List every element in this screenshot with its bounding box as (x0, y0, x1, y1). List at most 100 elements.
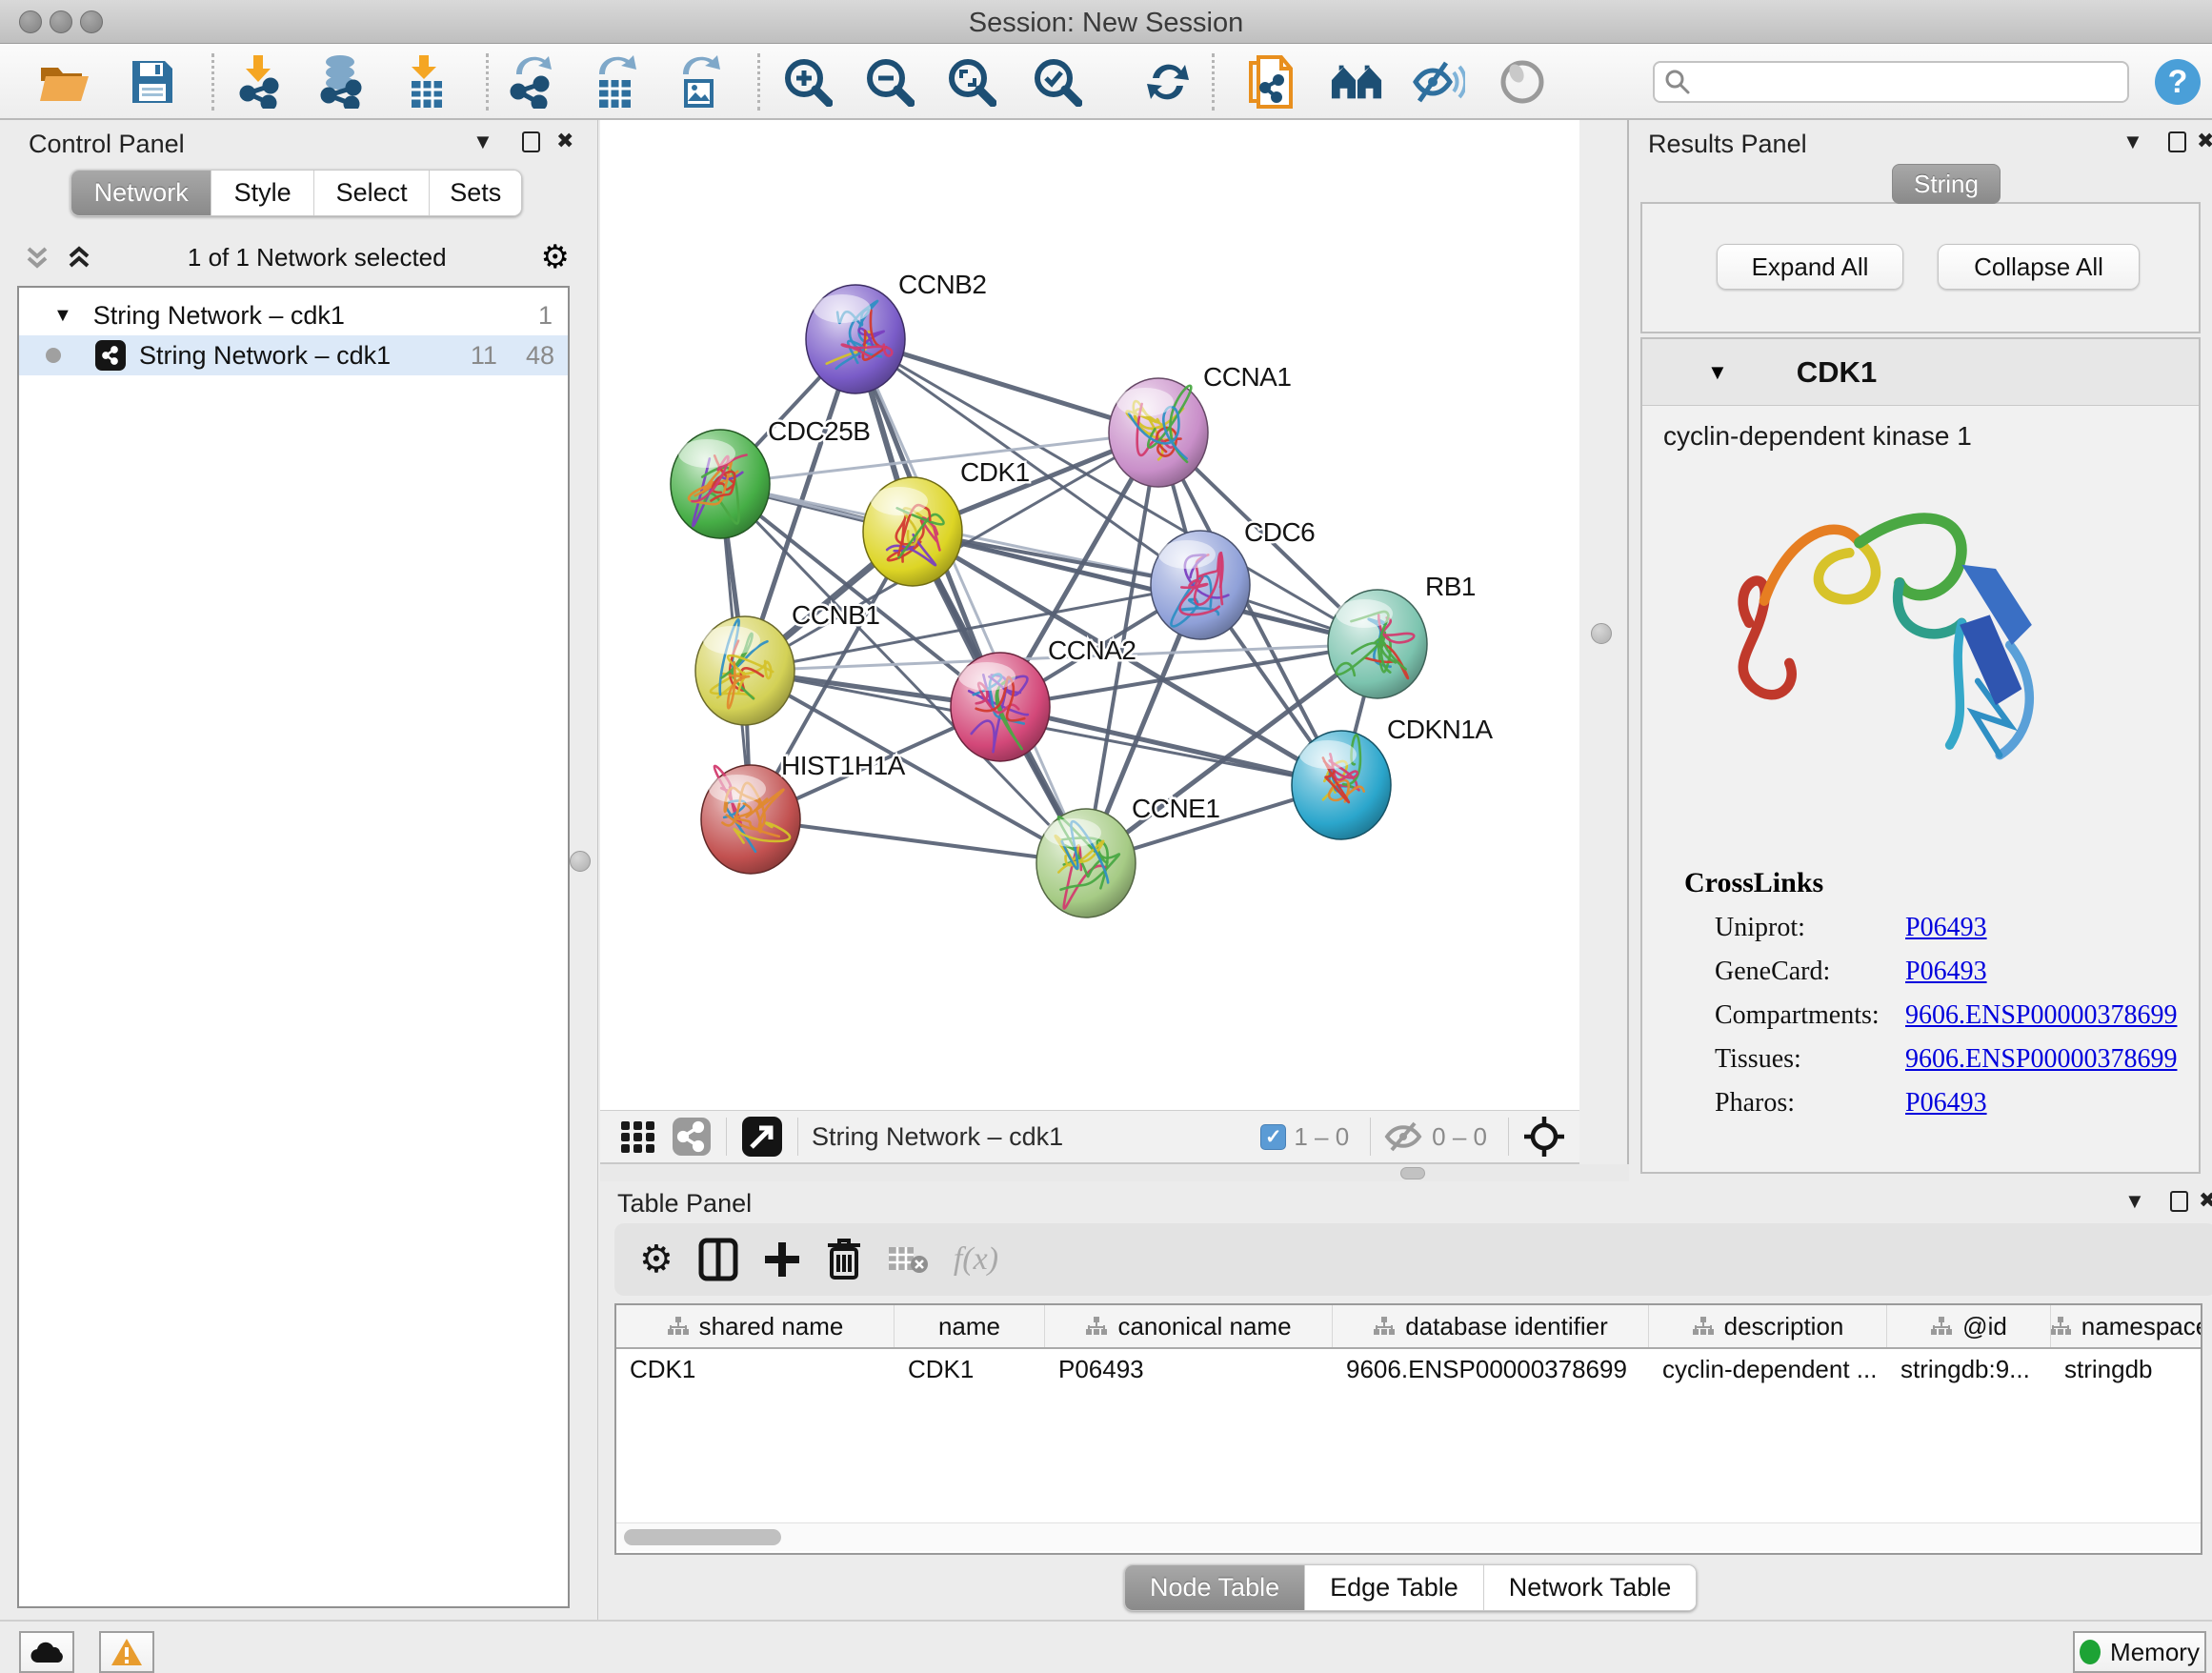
export-image-button[interactable] (673, 55, 726, 109)
import-database-button[interactable] (314, 55, 368, 109)
network-edge[interactable] (751, 819, 1086, 863)
network-options-gear-icon[interactable]: ⚙ (541, 238, 570, 276)
crosslink-link-1[interactable]: P06493 (1905, 957, 1987, 986)
gene-header-row[interactable]: ▼ CDK1 (1642, 339, 2199, 406)
table-options-gear-icon[interactable]: ⚙ (639, 1238, 674, 1281)
network-overview-icon[interactable] (671, 1116, 713, 1158)
bottom-splitter-handle[interactable] (1400, 1167, 1425, 1179)
table-cell[interactable]: stringdb:9... (1887, 1349, 2051, 1391)
table-cell[interactable]: cyclin-dependent ... (1649, 1349, 1887, 1391)
collapse-all-icon[interactable] (23, 243, 51, 272)
open-session-button[interactable] (38, 55, 91, 109)
search-box[interactable] (1653, 61, 2129, 103)
table-cell[interactable]: 9606.ENSP00000378699 (1333, 1349, 1649, 1391)
column-header-shared-name[interactable]: shared name (616, 1305, 895, 1347)
crosslink-link-4[interactable]: P06493 (1905, 1088, 1987, 1118)
table-tab-node-table[interactable]: Node Table (1125, 1565, 1305, 1610)
hidden-eye-icon[interactable] (1384, 1120, 1424, 1153)
network-collection-row[interactable]: ▼ String Network – cdk1 1 (19, 295, 568, 335)
float-menu-icon[interactable]: ▼ (2122, 131, 2143, 152)
network-node-ccnb1[interactable]: CCNB1 (695, 600, 879, 725)
help-button[interactable]: ? (2151, 55, 2204, 109)
save-session-button[interactable] (126, 55, 179, 109)
table-cell[interactable]: CDK1 (895, 1349, 1045, 1391)
network-node-ccnb2[interactable]: CCNB2 (806, 270, 986, 393)
import-network-button[interactable] (234, 55, 288, 109)
float-menu-icon[interactable]: ▼ (473, 131, 493, 152)
network-node-cdkn1a[interactable]: CDKN1A (1292, 715, 1493, 839)
node-gloss (871, 487, 928, 515)
scrollbar-thumb[interactable] (624, 1529, 781, 1545)
network-row-selected[interactable]: String Network – cdk1 11 48 (19, 335, 568, 375)
float-menu-icon[interactable]: ▼ (2124, 1191, 2145, 1212)
delete-table-icon[interactable] (887, 1243, 929, 1276)
zoom-fit-button[interactable] (945, 55, 998, 109)
table-cell[interactable]: P06493 (1045, 1349, 1333, 1391)
column-header-namespace[interactable]: namespace (2051, 1305, 2202, 1347)
table-row[interactable]: CDK1CDK1P064939606.ENSP00000378699cyclin… (616, 1349, 2201, 1391)
network-node-hist1h1a[interactable]: HIST1H1A (701, 751, 906, 874)
column-header-name[interactable]: name (895, 1305, 1045, 1347)
import-table-button[interactable] (400, 55, 453, 109)
table-tab-edge-table[interactable]: Edge Table (1305, 1565, 1484, 1610)
preview-button[interactable] (1496, 55, 1549, 109)
network-canvas[interactable]: CCNB2CCNA1CDC25BCDK1CDC6RB1CCNB1CCNA2CDK… (600, 120, 1579, 1110)
tab-network[interactable]: Network (71, 171, 211, 215)
warnings-button[interactable] (99, 1631, 154, 1673)
network-edge[interactable] (855, 339, 1086, 863)
column-header-database-identifier[interactable]: database identifier (1333, 1305, 1649, 1347)
first-neighbors-button[interactable] (1330, 55, 1383, 109)
function-builder-icon[interactable]: f(x) (954, 1241, 998, 1278)
float-window-icon[interactable] (2168, 131, 2186, 152)
tab-select[interactable]: Select (314, 171, 430, 215)
right-splitter-handle[interactable] (1591, 623, 1612, 644)
column-header-canonical-name[interactable]: canonical name (1045, 1305, 1333, 1347)
node-label-ccnb2: CCNB2 (898, 270, 986, 299)
search-input[interactable] (1691, 69, 2110, 96)
left-splitter-handle[interactable] (570, 851, 591, 872)
close-panel-icon[interactable]: ✖ (556, 131, 573, 151)
float-window-icon[interactable] (522, 131, 540, 152)
show-hide-button[interactable] (1412, 55, 1465, 109)
export-table-button[interactable] (589, 55, 642, 109)
zoom-out-button[interactable] (863, 55, 916, 109)
column-header--id[interactable]: @id (1887, 1305, 2051, 1347)
zoom-in-button[interactable] (781, 55, 835, 109)
tab-sets[interactable]: Sets (430, 171, 521, 215)
collection-expand-icon[interactable]: ▼ (53, 305, 72, 327)
cloud-button[interactable] (19, 1631, 74, 1673)
show-columns-icon[interactable] (698, 1238, 738, 1281)
delete-column-icon[interactable] (826, 1238, 862, 1281)
refresh-view-button[interactable] (1141, 55, 1195, 109)
table-tab-network-table[interactable]: Network Table (1484, 1565, 1697, 1610)
network-edge[interactable] (1000, 707, 1341, 785)
expand-all-icon[interactable] (65, 243, 93, 272)
right-splitter[interactable] (1579, 120, 1629, 1181)
crosslink-link-2[interactable]: 9606.ENSP00000378699 (1905, 1000, 2177, 1030)
float-window-icon[interactable] (2170, 1191, 2188, 1212)
network-node-rb1[interactable]: RB1 (1328, 572, 1476, 698)
column-header-description[interactable]: description (1649, 1305, 1887, 1347)
zoom-selected-button[interactable] (1031, 55, 1084, 109)
close-panel-icon[interactable]: ✖ (2199, 1190, 2212, 1211)
expand-all-button[interactable]: Expand All (1717, 244, 1903, 290)
network-node-ccna1[interactable]: CCNA1 (1109, 362, 1291, 487)
collapse-all-button[interactable]: Collapse All (1938, 244, 2140, 290)
close-panel-icon[interactable]: ✖ (2197, 131, 2212, 151)
collapse-gene-icon[interactable]: ▼ (1707, 360, 1728, 385)
results-tab-string[interactable]: String (1892, 164, 2001, 204)
crosslink-link-3[interactable]: 9606.ENSP00000378699 (1905, 1044, 2177, 1074)
open-in-new-window-icon[interactable] (740, 1115, 784, 1159)
share-network-button[interactable] (1244, 55, 1297, 109)
crosslink-link-0[interactable]: P06493 (1905, 913, 1987, 942)
tab-style[interactable]: Style (211, 171, 314, 215)
crosshair-icon[interactable] (1522, 1115, 1566, 1159)
table-cell[interactable]: stringdb (2051, 1349, 2202, 1391)
selected-checkbox-icon[interactable]: ✓ (1260, 1124, 1286, 1150)
grid-view-icon[interactable] (617, 1116, 659, 1158)
memory-button[interactable]: Memory (2073, 1631, 2206, 1673)
horizontal-scrollbar[interactable] (616, 1522, 2201, 1551)
table-cell[interactable]: CDK1 (616, 1349, 895, 1391)
add-column-icon[interactable] (763, 1240, 801, 1279)
export-network-button[interactable] (507, 55, 560, 109)
